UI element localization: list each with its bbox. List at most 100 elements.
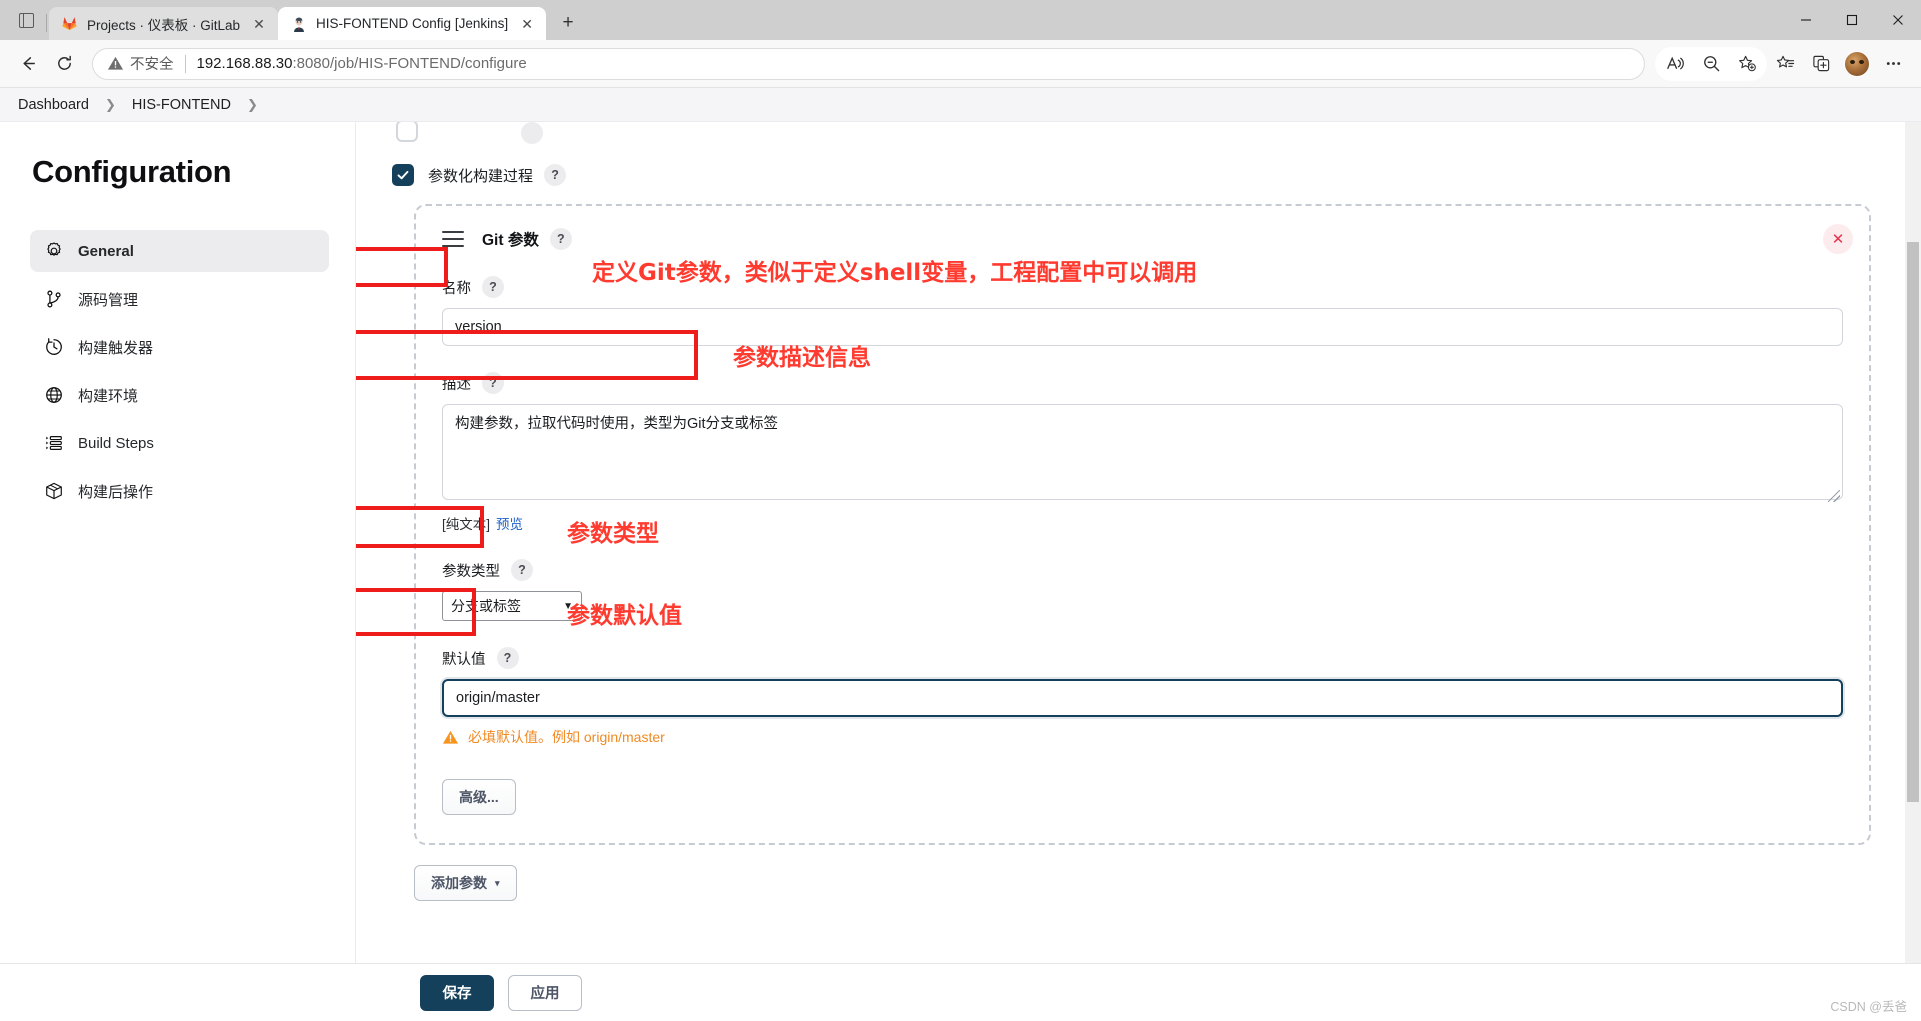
help-icon[interactable]: ? xyxy=(497,647,519,669)
config-scroll-area: 参数化构建过程 ? ✕ Git 参数 ? 名称 ? xyxy=(392,122,1879,901)
close-icon[interactable]: ✕ xyxy=(1823,224,1853,254)
help-icon[interactable]: ? xyxy=(544,164,566,186)
plain-text-label: [纯文本] xyxy=(442,517,490,532)
page-title: Configuration xyxy=(32,154,329,190)
browser-tab-gitlab[interactable]: Projects · 仪表板 · GitLab ✕ xyxy=(49,7,278,40)
description-footer: [纯文本] 预览 xyxy=(442,513,1843,533)
field-label: 参数类型 ? xyxy=(442,559,1843,581)
apply-button[interactable]: 应用 xyxy=(508,975,582,1011)
tab-search-icon[interactable] xyxy=(8,0,44,40)
help-icon[interactable]: ? xyxy=(482,276,504,298)
favorites-icon[interactable] xyxy=(1767,47,1803,81)
configuration-sidebar: Configuration General 源码管理 构建触发器 构建环境 xyxy=(0,122,355,1021)
drag-handle-icon[interactable] xyxy=(442,231,464,247)
sidebar-item-label: Build Steps xyxy=(78,435,154,452)
cut-off-checkbox[interactable] xyxy=(396,122,418,142)
read-aloud-icon[interactable] xyxy=(1657,47,1693,81)
gitlab-icon xyxy=(61,15,78,32)
list-steps-icon xyxy=(44,433,70,453)
security-warning[interactable]: 不安全 xyxy=(107,53,174,74)
name-input[interactable] xyxy=(442,308,1843,346)
help-icon[interactable]: ? xyxy=(511,559,533,581)
sidebar-item-scm[interactable]: 源码管理 xyxy=(30,278,329,320)
field-description: 描述 ? [纯文本] 预览 xyxy=(442,372,1843,533)
window-maximize-button[interactable] xyxy=(1829,0,1875,40)
parameterize-build-checkbox[interactable] xyxy=(392,164,414,186)
sidebar-item-build-environment[interactable]: 构建环境 xyxy=(30,374,329,416)
chevron-down-icon: ▾ xyxy=(495,878,500,889)
tab-close-icon[interactable]: ✕ xyxy=(516,13,538,35)
settings-more-icon[interactable] xyxy=(1875,47,1911,81)
sidebar-item-label: 构建触发器 xyxy=(78,337,153,358)
default-value-warning: 必填默认值。例如 origin/master xyxy=(442,727,1843,747)
breadcrumb-item-job[interactable]: HIS-FONTEND xyxy=(130,97,233,113)
field-param-type: 参数类型 ? 分支或标签 ▼ xyxy=(442,559,1843,621)
field-label: 描述 ? xyxy=(442,372,1843,394)
help-icon[interactable]: ? xyxy=(482,372,504,394)
add-parameter-button[interactable]: 添加参数 ▾ xyxy=(414,865,517,901)
window-minimize-button[interactable] xyxy=(1783,0,1829,40)
sidebar-item-build-steps[interactable]: Build Steps xyxy=(30,422,329,464)
description-textarea[interactable] xyxy=(442,404,1843,500)
chevron-right-icon: ❯ xyxy=(105,97,116,113)
collections-icon[interactable] xyxy=(1803,47,1839,81)
url-host: 192.168.88.30 xyxy=(197,55,293,72)
omnibox-action-group xyxy=(1655,47,1767,81)
jenkins-icon xyxy=(290,15,307,32)
field-label-text: 参数类型 xyxy=(442,560,500,581)
back-button[interactable] xyxy=(10,47,46,81)
field-label: 默认值 ? xyxy=(442,647,1843,669)
vertical-scrollbar[interactable] xyxy=(1905,122,1921,1021)
zoom-out-icon[interactable] xyxy=(1693,47,1729,81)
panel-title: Git 参数 xyxy=(482,228,539,250)
sidebar-item-label: General xyxy=(78,243,134,260)
browser-toolbar: 不安全 192.168.88.30:8080/job/HIS-FONTEND/c… xyxy=(0,40,1921,88)
tab-close-icon[interactable]: ✕ xyxy=(248,13,270,35)
sidebar-item-label: 源码管理 xyxy=(78,289,138,310)
param-type-selected-value: 分支或标签 xyxy=(451,596,551,616)
save-button[interactable]: 保存 xyxy=(420,975,494,1011)
git-parameter-panel: ✕ Git 参数 ? 名称 ? 描述 xyxy=(414,204,1871,845)
git-branch-icon xyxy=(44,289,70,309)
parameterize-build-label: 参数化构建过程 xyxy=(428,165,533,186)
sidebar-item-build-triggers[interactable]: 构建触发器 xyxy=(30,326,329,368)
breadcrumb-item-dashboard[interactable]: Dashboard xyxy=(16,97,91,113)
warning-text: 必填默认值。例如 origin/master xyxy=(468,727,665,747)
advanced-button[interactable]: 高级... xyxy=(442,779,516,815)
new-tab-button[interactable]: + xyxy=(552,8,584,38)
page-body: Configuration General 源码管理 构建触发器 构建环境 xyxy=(0,122,1921,1021)
description-textarea-wrap xyxy=(442,404,1843,505)
cut-off-option-row xyxy=(396,132,1879,154)
tab-list-glyph xyxy=(19,13,34,28)
profile-avatar-button[interactable] xyxy=(1839,47,1875,81)
param-type-select[interactable]: 分支或标签 ▼ xyxy=(442,591,582,621)
default-value-input[interactable] xyxy=(442,679,1843,717)
scrollbar-thumb[interactable] xyxy=(1907,242,1919,802)
avatar xyxy=(1844,51,1870,77)
field-label-text: 默认值 xyxy=(442,648,486,669)
sidebar-item-post-build[interactable]: 构建后操作 xyxy=(30,470,329,512)
browser-tab-jenkins[interactable]: HIS-FONTEND Config [Jenkins] ✕ xyxy=(278,7,546,40)
field-label-text: 描述 xyxy=(442,373,471,394)
address-bar-url: 192.168.88.30:8080/job/HIS-FONTEND/confi… xyxy=(197,55,527,72)
reload-button[interactable] xyxy=(46,47,82,81)
add-favorite-icon[interactable] xyxy=(1729,47,1765,81)
warning-triangle-icon xyxy=(442,729,459,746)
window-close-button[interactable] xyxy=(1875,0,1921,40)
field-default-value: 默认值 ? 必填默认值。例如 origin/master xyxy=(442,647,1843,747)
warning-triangle-icon xyxy=(107,55,124,72)
browser-tool-icons xyxy=(1655,47,1911,81)
help-icon[interactable]: ? xyxy=(550,228,572,250)
security-warning-label: 不安全 xyxy=(130,53,174,74)
url-path: :8080/job/HIS-FONTEND/configure xyxy=(292,55,526,72)
resize-grip-icon[interactable] xyxy=(1828,490,1840,502)
omnibox-divider xyxy=(185,55,186,73)
panel-header: Git 参数 ? xyxy=(442,228,1843,250)
field-label: 名称 ? xyxy=(442,276,1843,298)
sidebar-item-general[interactable]: General xyxy=(30,230,329,272)
add-parameter-label: 添加参数 xyxy=(431,873,487,893)
cut-off-help-icon[interactable] xyxy=(521,122,543,144)
address-bar[interactable]: 不安全 192.168.88.30:8080/job/HIS-FONTEND/c… xyxy=(92,48,1645,80)
package-icon xyxy=(44,481,70,501)
preview-link[interactable]: 预览 xyxy=(496,517,523,532)
